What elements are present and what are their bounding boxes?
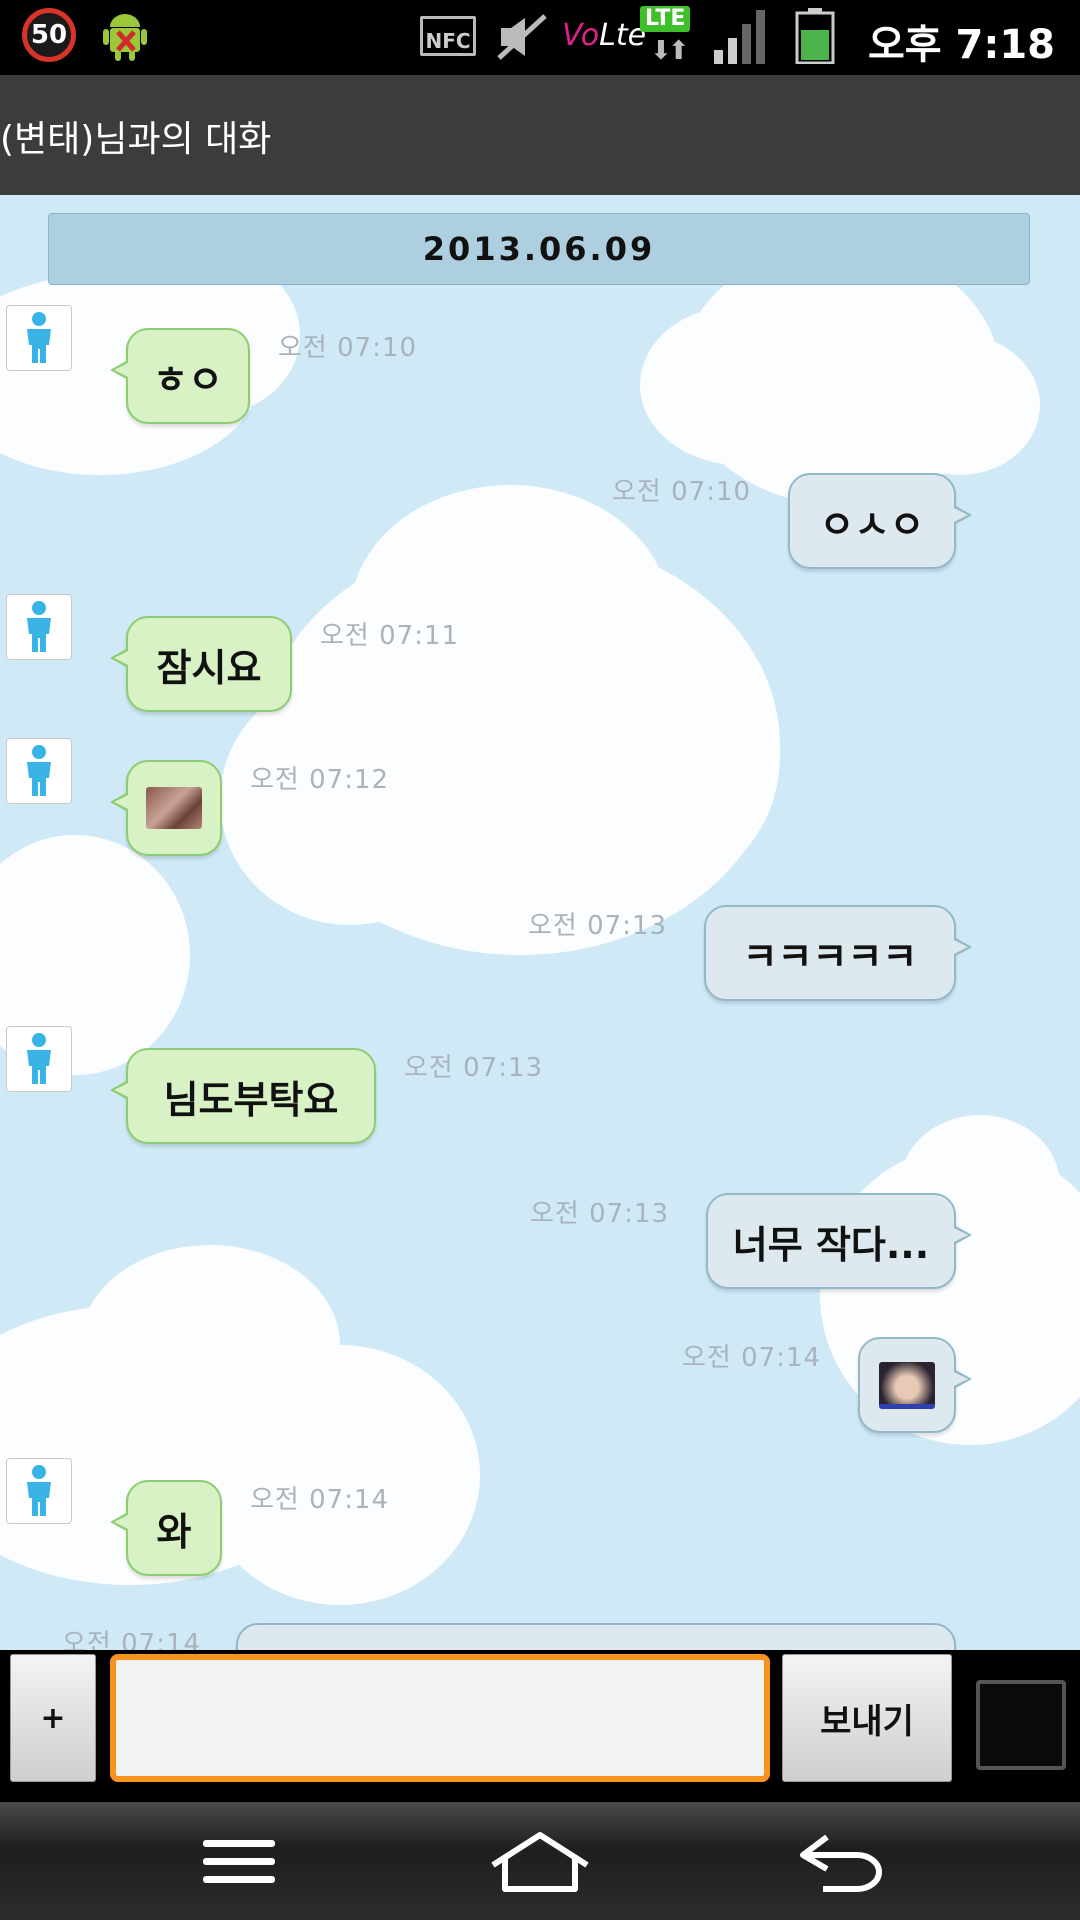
clock: 오후 7:18: [868, 22, 1056, 68]
message-timestamp: 오전 07:14: [62, 1629, 202, 1650]
message-bubble-received[interactable]: ㅎㅇ: [110, 328, 250, 424]
person-icon: [27, 601, 51, 652]
message-timestamp: 오전 07:14: [682, 1343, 822, 1373]
battery-icon: [795, 8, 835, 64]
chat-area[interactable]: 2013.06.09 ㅎㅇ 오전 07:10 오전 07:10 ㅇㅅㅇ 잠시요 …: [0, 195, 1080, 1650]
signal-icon: [714, 10, 765, 64]
message-bubble-received[interactable]: 와: [110, 1480, 222, 1576]
contact-avatar[interactable]: [6, 594, 72, 660]
title-bar: (변태)님과의 대화: [0, 75, 1080, 195]
message-bubble-sent[interactable]: 너무 작다...: [706, 1193, 972, 1289]
message-timestamp: 오전 07:12: [250, 765, 390, 795]
android-debug-icon: [103, 14, 147, 61]
notification-count-badge: 50: [22, 8, 76, 62]
image-message-sent[interactable]: [858, 1337, 972, 1433]
image-message-received[interactable]: [110, 760, 222, 856]
message-bubble-sent[interactable]: ㅋㅋㅋㅋㅋ: [704, 905, 972, 1001]
message-bubble-sent[interactable]: ㅇㅅㅇ: [788, 473, 972, 569]
menu-icon[interactable]: [184, 1824, 294, 1900]
image-thumbnail: [146, 787, 202, 829]
person-icon: [27, 745, 51, 796]
message-bubble-received[interactable]: 잠시요: [110, 616, 292, 712]
message-bubble-received[interactable]: 님도부탁요: [110, 1048, 376, 1144]
person-icon: [27, 312, 51, 363]
status-bar: 50 NFC VoLte LTE ⬇⬆ 오후 7:18: [0, 0, 1080, 75]
mute-icon: [497, 14, 547, 60]
attach-button[interactable]: +: [10, 1654, 96, 1782]
lte-icon: LTE: [640, 6, 691, 32]
person-icon: [27, 1465, 51, 1516]
message-input-bar: + 보내기: [0, 1650, 1080, 1802]
contact-avatar[interactable]: [6, 1026, 72, 1092]
message-bubble-sent[interactable]: [236, 1623, 956, 1650]
page-title: (변태)님과의 대화: [0, 119, 272, 160]
image-thumbnail: [879, 1361, 935, 1409]
options-button[interactable]: [976, 1680, 1066, 1770]
volte-prefix: Vo: [562, 18, 600, 53]
navigation-bar: [0, 1802, 1080, 1920]
message-timestamp: 오전 07:13: [528, 911, 668, 941]
send-button[interactable]: 보내기: [782, 1654, 952, 1782]
message-timestamp: 오전 07:13: [530, 1199, 670, 1229]
message-timestamp: 오전 07:10: [612, 477, 752, 507]
person-icon: [27, 1033, 51, 1084]
contact-avatar[interactable]: [6, 738, 72, 804]
message-timestamp: 오전 07:14: [250, 1485, 390, 1515]
nfc-icon: NFC: [420, 16, 476, 56]
message-timestamp: 오전 07:10: [278, 333, 418, 363]
message-timestamp: 오전 07:13: [404, 1053, 544, 1083]
volte-icon: VoLte: [562, 18, 646, 53]
message-input[interactable]: [110, 1654, 770, 1782]
home-icon[interactable]: [485, 1824, 595, 1900]
back-icon[interactable]: [788, 1824, 898, 1900]
contact-avatar[interactable]: [6, 305, 72, 371]
message-timestamp: 오전 07:11: [320, 621, 460, 651]
data-activity-icon: ⬇⬆: [650, 36, 690, 66]
contact-avatar[interactable]: [6, 1458, 72, 1524]
date-divider: 2013.06.09: [48, 213, 1030, 285]
